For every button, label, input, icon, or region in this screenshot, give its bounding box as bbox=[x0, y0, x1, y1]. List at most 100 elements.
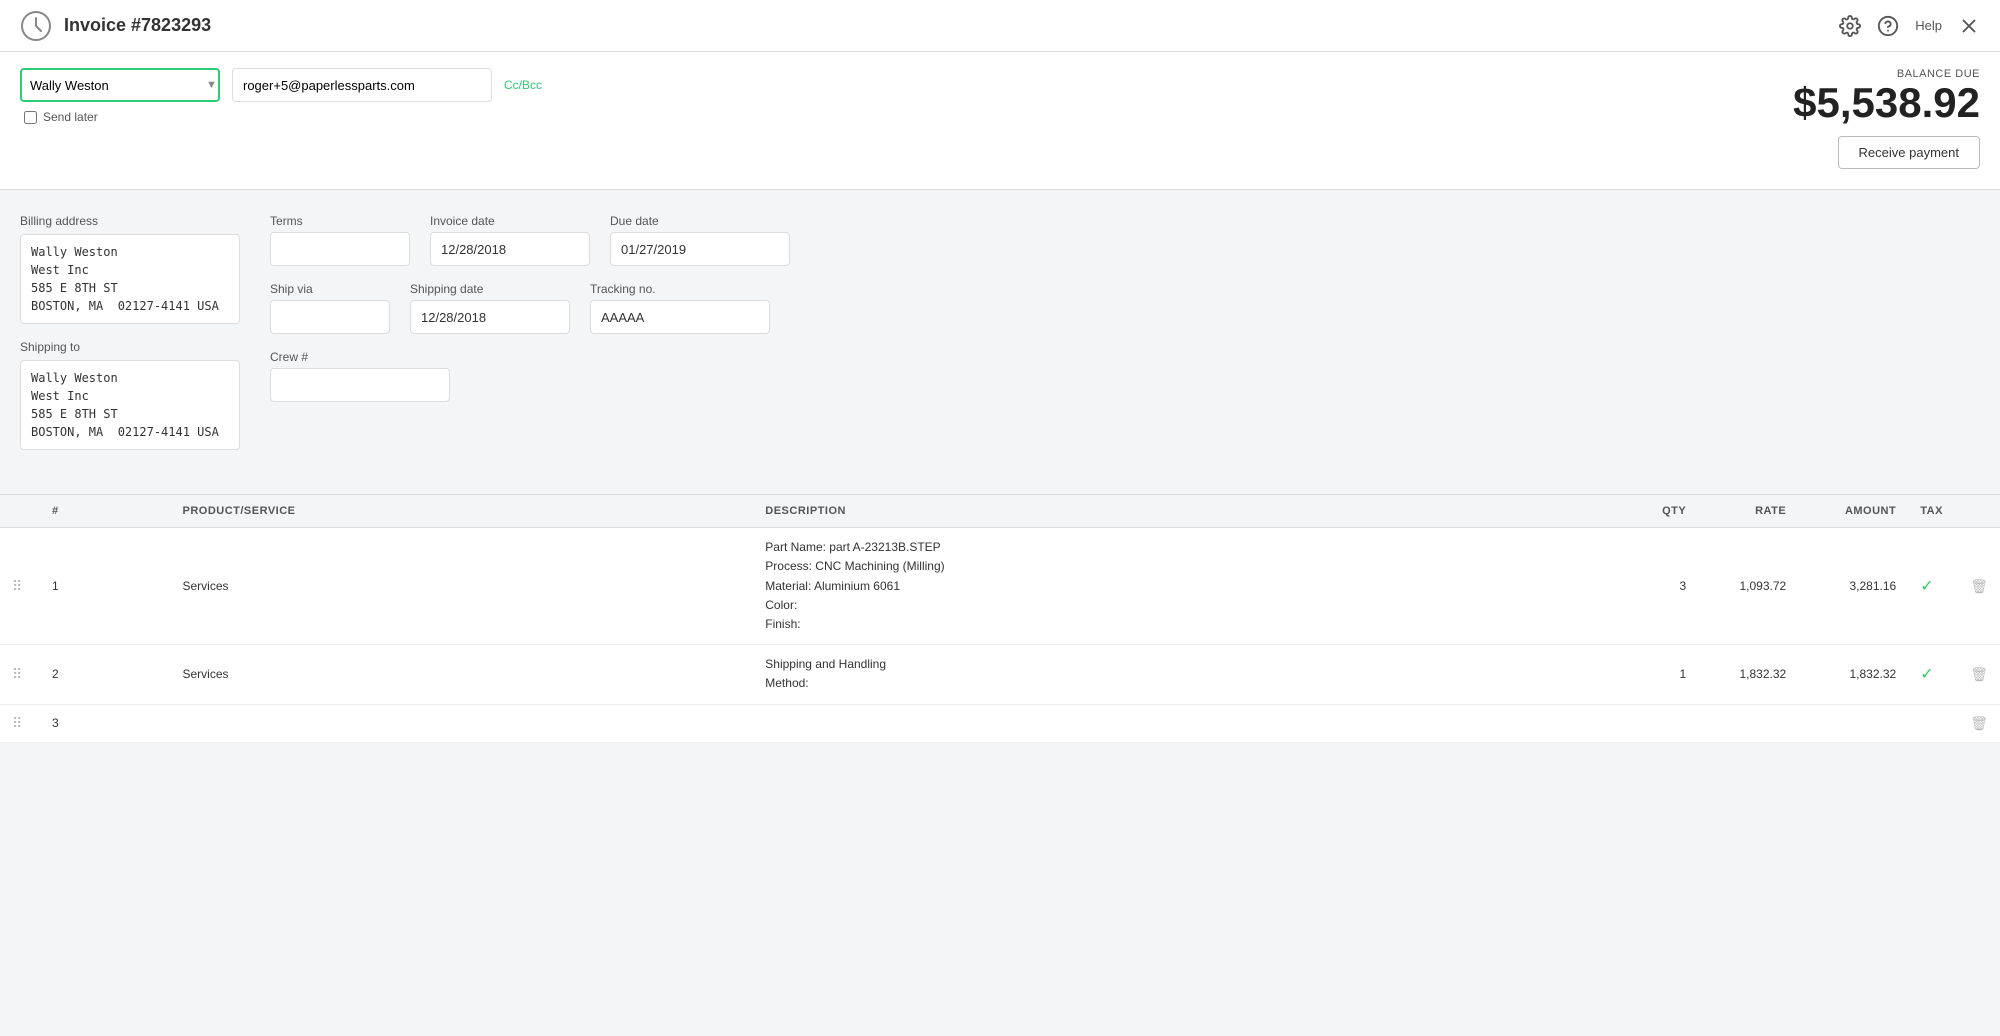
tax-cell[interactable] bbox=[1908, 704, 1958, 742]
drag-handle-icon[interactable]: ⠿ bbox=[12, 578, 22, 594]
billing-address-label: Billing address bbox=[20, 214, 240, 228]
table-body: ⠿ 1 Services Part Name: part A-23213B.ST… bbox=[0, 528, 2000, 742]
form-row-3: Crew # bbox=[270, 350, 1980, 402]
form-fields: Billing address Wally Weston West Inc 58… bbox=[0, 190, 2000, 494]
description-cell[interactable] bbox=[753, 704, 1618, 742]
email-input[interactable] bbox=[232, 68, 492, 102]
balance-due-amount: $5,538.92 bbox=[1793, 80, 1980, 126]
crew-field-group: Crew # bbox=[270, 350, 450, 402]
product-cell[interactable]: Services bbox=[170, 645, 753, 704]
table-row: ⠿ 1 Services Part Name: part A-23213B.ST… bbox=[0, 528, 2000, 645]
tracking-no-label: Tracking no. bbox=[590, 282, 770, 296]
top-form-inputs: ▼ Cc/Bcc bbox=[20, 68, 542, 102]
crew-label: Crew # bbox=[270, 350, 450, 364]
clock-icon bbox=[20, 10, 52, 42]
header-right: Help bbox=[1839, 15, 1980, 37]
product-cell[interactable] bbox=[170, 704, 753, 742]
description-cell[interactable]: Part Name: part A-23213B.STEP Process: C… bbox=[753, 528, 1618, 645]
delete-cell[interactable]: 🗑 bbox=[1958, 645, 2000, 704]
billing-address-block: Billing address Wally Weston West Inc 58… bbox=[20, 214, 240, 324]
customer-select[interactable]: ▼ bbox=[20, 68, 220, 102]
rate-cell[interactable]: 1,832.32 bbox=[1698, 645, 1798, 704]
th-product: PRODUCT/SERVICE bbox=[170, 495, 753, 528]
customer-input[interactable] bbox=[30, 78, 206, 93]
qty-cell[interactable]: 3 bbox=[1618, 528, 1698, 645]
th-num: # bbox=[40, 495, 170, 528]
ship-via-label: Ship via bbox=[270, 282, 390, 296]
tax-check-icon[interactable]: ✓ bbox=[1920, 578, 1933, 595]
shipping-to-textarea[interactable]: Wally Weston West Inc 585 E 8TH ST BOSTO… bbox=[20, 360, 240, 450]
customer-dropdown-arrow[interactable]: ▼ bbox=[206, 79, 217, 91]
ship-via-input[interactable] bbox=[270, 300, 390, 334]
rate-cell[interactable] bbox=[1698, 704, 1798, 742]
delete-row-icon[interactable]: 🗑 bbox=[1970, 715, 1988, 731]
th-rate: RATE bbox=[1698, 495, 1798, 528]
delete-row-icon[interactable]: 🗑 bbox=[1970, 666, 1988, 682]
tracking-no-input[interactable] bbox=[590, 300, 770, 334]
send-later-checkbox[interactable] bbox=[24, 111, 37, 124]
table-header-row: # PRODUCT/SERVICE DESCRIPTION QTY RATE A… bbox=[0, 495, 2000, 528]
help-icon[interactable] bbox=[1877, 15, 1899, 37]
cc-bcc-link[interactable]: Cc/Bcc bbox=[504, 78, 542, 92]
qty-cell[interactable]: 1 bbox=[1618, 645, 1698, 704]
invoice-date-label: Invoice date bbox=[430, 214, 590, 228]
rate-cell[interactable]: 1,093.72 bbox=[1698, 528, 1798, 645]
row-num-cell: 2 bbox=[40, 645, 170, 704]
close-icon[interactable] bbox=[1958, 15, 1980, 37]
terms-input[interactable] bbox=[271, 233, 410, 265]
drag-handle-icon[interactable]: ⠿ bbox=[12, 666, 22, 682]
product-cell[interactable]: Services bbox=[170, 528, 753, 645]
th-actions bbox=[1958, 495, 2000, 528]
shipping-to-block: Shipping to Wally Weston West Inc 585 E … bbox=[20, 340, 240, 450]
description-cell[interactable]: Shipping and Handling Method: bbox=[753, 645, 1618, 704]
shipping-date-input[interactable] bbox=[410, 300, 570, 334]
billing-address-textarea[interactable]: Wally Weston West Inc 585 E 8TH ST BOSTO… bbox=[20, 234, 240, 324]
drag-handle-cell: ⠿ bbox=[0, 528, 40, 645]
help-label[interactable]: Help bbox=[1915, 18, 1942, 33]
ship-via-field-group: Ship via bbox=[270, 282, 390, 334]
qty-cell[interactable] bbox=[1618, 704, 1698, 742]
shipping-date-field-group: Shipping date bbox=[410, 282, 570, 334]
balance-area: BALANCE DUE $5,538.92 Receive payment bbox=[1793, 68, 1980, 169]
tax-cell[interactable]: ✓ bbox=[1908, 645, 1958, 704]
receive-payment-button[interactable]: Receive payment bbox=[1838, 136, 1980, 169]
row-num-cell: 1 bbox=[40, 528, 170, 645]
amount-cell[interactable]: 1,832.32 bbox=[1798, 645, 1908, 704]
crew-input[interactable] bbox=[270, 368, 450, 402]
send-later-label[interactable]: Send later bbox=[43, 110, 98, 124]
tracking-no-field-group: Tracking no. bbox=[590, 282, 770, 334]
due-date-label: Due date bbox=[610, 214, 790, 228]
shipping-date-label: Shipping date bbox=[410, 282, 570, 296]
amount-cell[interactable]: 3,281.16 bbox=[1798, 528, 1908, 645]
invoice-date-field-group: Invoice date bbox=[430, 214, 590, 266]
header: Invoice #7823293 Help bbox=[0, 0, 2000, 52]
drag-handle-icon[interactable]: ⠿ bbox=[12, 715, 22, 731]
shipping-to-label: Shipping to bbox=[20, 340, 240, 354]
th-amount: AMOUNT bbox=[1798, 495, 1908, 528]
th-qty: QTY bbox=[1618, 495, 1698, 528]
gear-icon[interactable] bbox=[1839, 15, 1861, 37]
invoice-date-input[interactable] bbox=[430, 232, 590, 266]
tax-cell[interactable]: ✓ bbox=[1908, 528, 1958, 645]
tax-check-icon[interactable]: ✓ bbox=[1920, 666, 1933, 683]
row-num-cell: 3 bbox=[40, 704, 170, 742]
th-description: DESCRIPTION bbox=[753, 495, 1618, 528]
terms-input-wrapper[interactable]: ▼ bbox=[270, 232, 410, 266]
drag-handle-cell: ⠿ bbox=[0, 704, 40, 742]
due-date-input[interactable] bbox=[610, 232, 790, 266]
form-row-2: Ship via Shipping date Tracking no. bbox=[270, 282, 1980, 334]
table-row: ⠿ 2 Services Shipping and Handling Metho… bbox=[0, 645, 2000, 704]
delete-row-icon[interactable]: 🗑 bbox=[1970, 578, 1988, 594]
drag-handle-cell: ⠿ bbox=[0, 645, 40, 704]
th-drag bbox=[0, 495, 40, 528]
th-tax: TAX bbox=[1908, 495, 1958, 528]
table-row: ⠿ 3 🗑 bbox=[0, 704, 2000, 742]
top-form: ▼ Cc/Bcc Send later BALANCE DUE $5,538.9… bbox=[0, 52, 2000, 190]
amount-cell[interactable] bbox=[1798, 704, 1908, 742]
delete-cell[interactable]: 🗑 bbox=[1958, 528, 2000, 645]
page-title: Invoice #7823293 bbox=[64, 15, 211, 36]
due-date-field-group: Due date bbox=[610, 214, 790, 266]
invoice-table: # PRODUCT/SERVICE DESCRIPTION QTY RATE A… bbox=[0, 494, 2000, 742]
delete-cell[interactable]: 🗑 bbox=[1958, 704, 2000, 742]
send-later-row: Send later bbox=[24, 110, 542, 124]
